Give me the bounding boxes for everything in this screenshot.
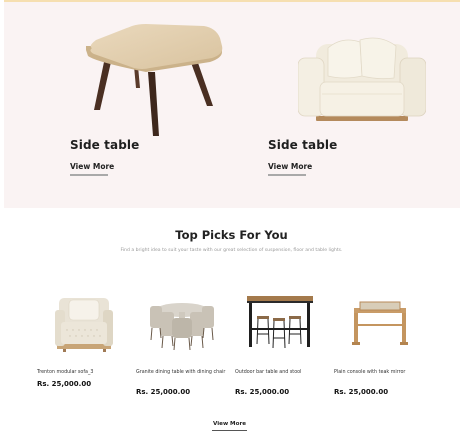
- view-more-button[interactable]: View More: [213, 421, 246, 427]
- product-name[interactable]: Outdoor bar table and stool: [235, 370, 327, 377]
- hero-card-title: Side table: [70, 138, 140, 152]
- product-price: Rs. 25,000.00: [136, 388, 191, 396]
- product-card[interactable]: Plain console with teak mirror Rs. 25,00…: [334, 288, 426, 408]
- hero-card-title: Side table: [268, 138, 338, 152]
- product-name[interactable]: Plain console with teak mirror: [334, 370, 426, 377]
- product-name[interactable]: Granite dining table with dining chair: [136, 370, 228, 377]
- product-name[interactable]: Trenton modular sofa_3: [37, 370, 129, 377]
- product-price: Rs. 25,000.00: [334, 388, 389, 396]
- modular-sofa-image: [55, 298, 113, 352]
- view-more-link[interactable]: View More: [268, 162, 312, 171]
- product-card[interactable]: Granite dining table with dining chair R…: [136, 288, 228, 408]
- product-price: Rs. 25,000.00: [37, 380, 92, 388]
- section-title: Top Picks For You: [175, 228, 288, 242]
- console-mirror-image: [352, 301, 408, 345]
- page: Side table View More Side table View Mor…: [0, 0, 463, 446]
- view-more-underline: [268, 174, 306, 176]
- bar-table-image: [247, 296, 313, 349]
- product-price: Rs. 25,000.00: [235, 388, 290, 396]
- product-card[interactable]: Trenton modular sofa_3 Rs. 25,000.00: [37, 288, 129, 408]
- view-more-underline: [70, 174, 108, 176]
- view-more-link[interactable]: View More: [70, 162, 114, 171]
- view-more-underline: [212, 430, 247, 431]
- hero-section: Side table View More Side table View Mor…: [4, 2, 460, 208]
- dining-set-image: [150, 303, 214, 351]
- hero-card-side-table-2[interactable]: Side table View More: [268, 2, 463, 208]
- hero-card-side-table-1[interactable]: Side table View More: [70, 2, 270, 208]
- armchair-image: [298, 37, 426, 121]
- section-subtitle: Find a bright idea to suit your taste wi…: [120, 248, 343, 253]
- wooden-table-image: [86, 24, 223, 136]
- product-card[interactable]: Outdoor bar table and stool Rs. 25,000.0…: [235, 288, 327, 408]
